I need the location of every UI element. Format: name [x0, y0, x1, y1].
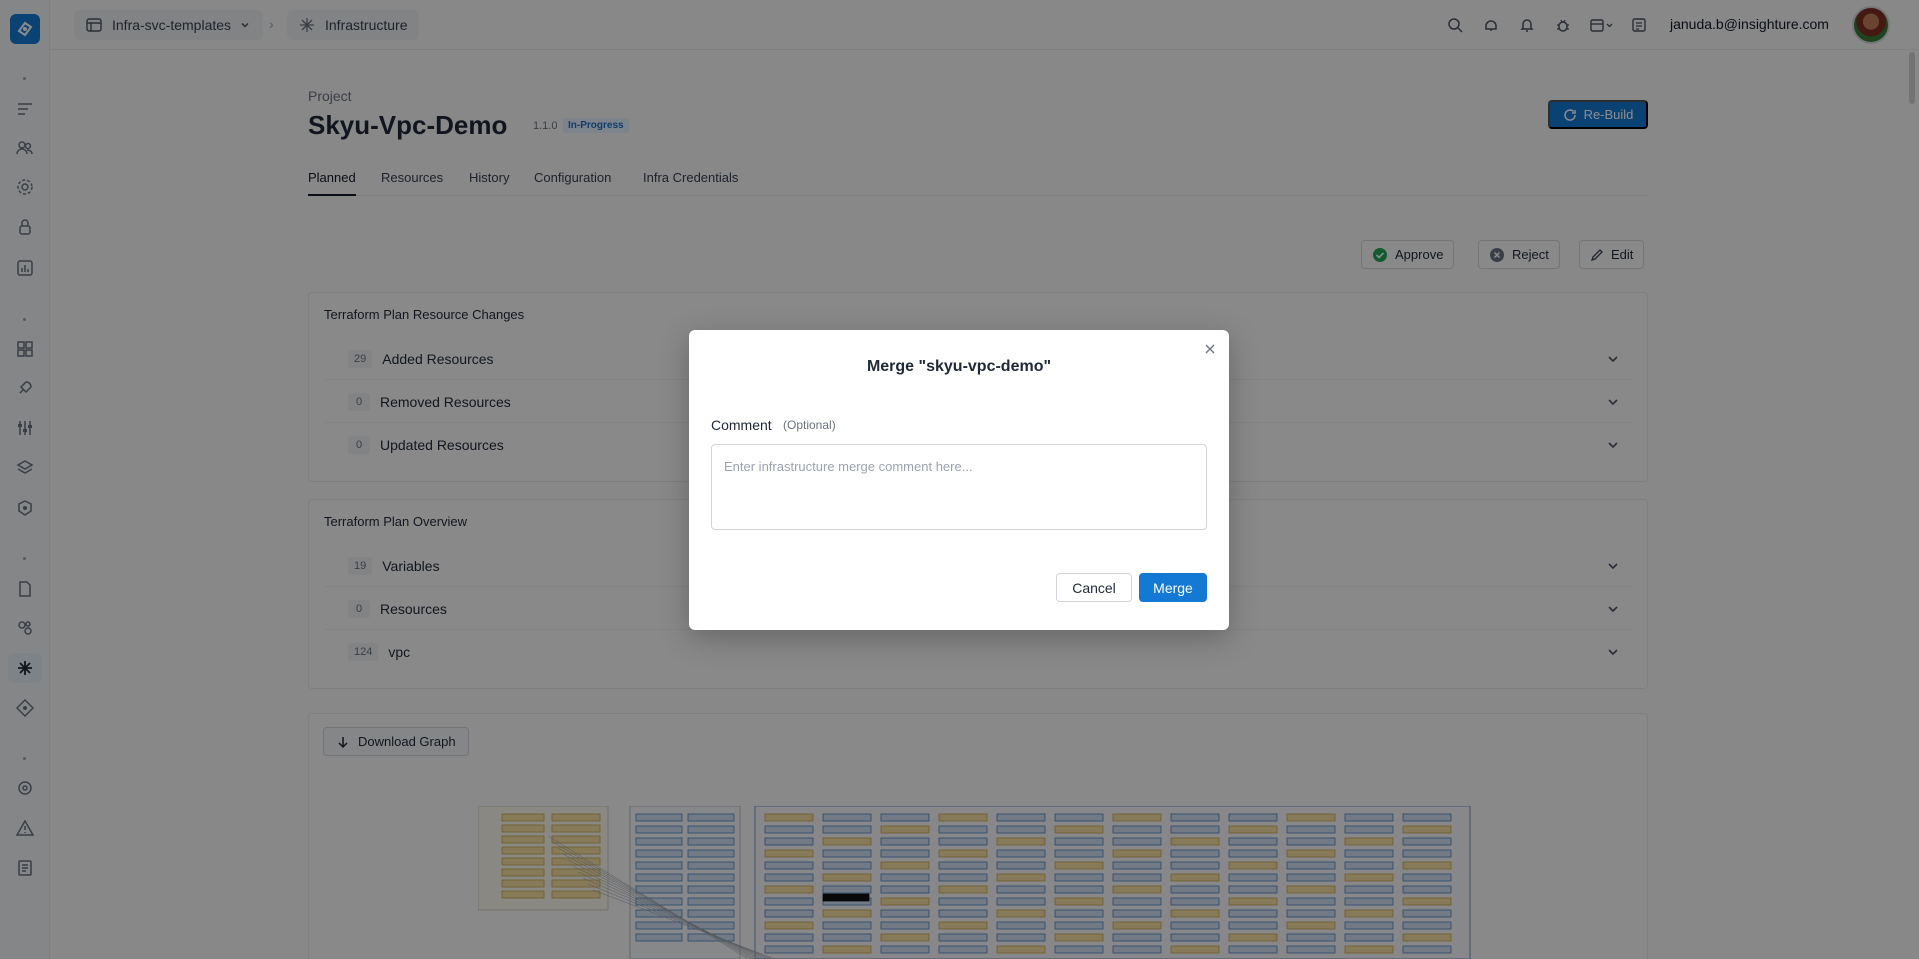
- close-button[interactable]: [1203, 342, 1217, 356]
- cancel-button[interactable]: Cancel: [1056, 573, 1132, 602]
- merge-button[interactable]: Merge: [1139, 573, 1207, 602]
- comment-input[interactable]: [711, 444, 1207, 530]
- merge-modal: Merge "skyu-vpc-demo" Comment (Optional)…: [689, 330, 1229, 630]
- comment-label: Comment: [711, 417, 772, 433]
- comment-optional-hint: (Optional): [783, 418, 836, 432]
- close-icon: [1205, 344, 1215, 354]
- modal-title: Merge "skyu-vpc-demo": [866, 358, 1052, 375]
